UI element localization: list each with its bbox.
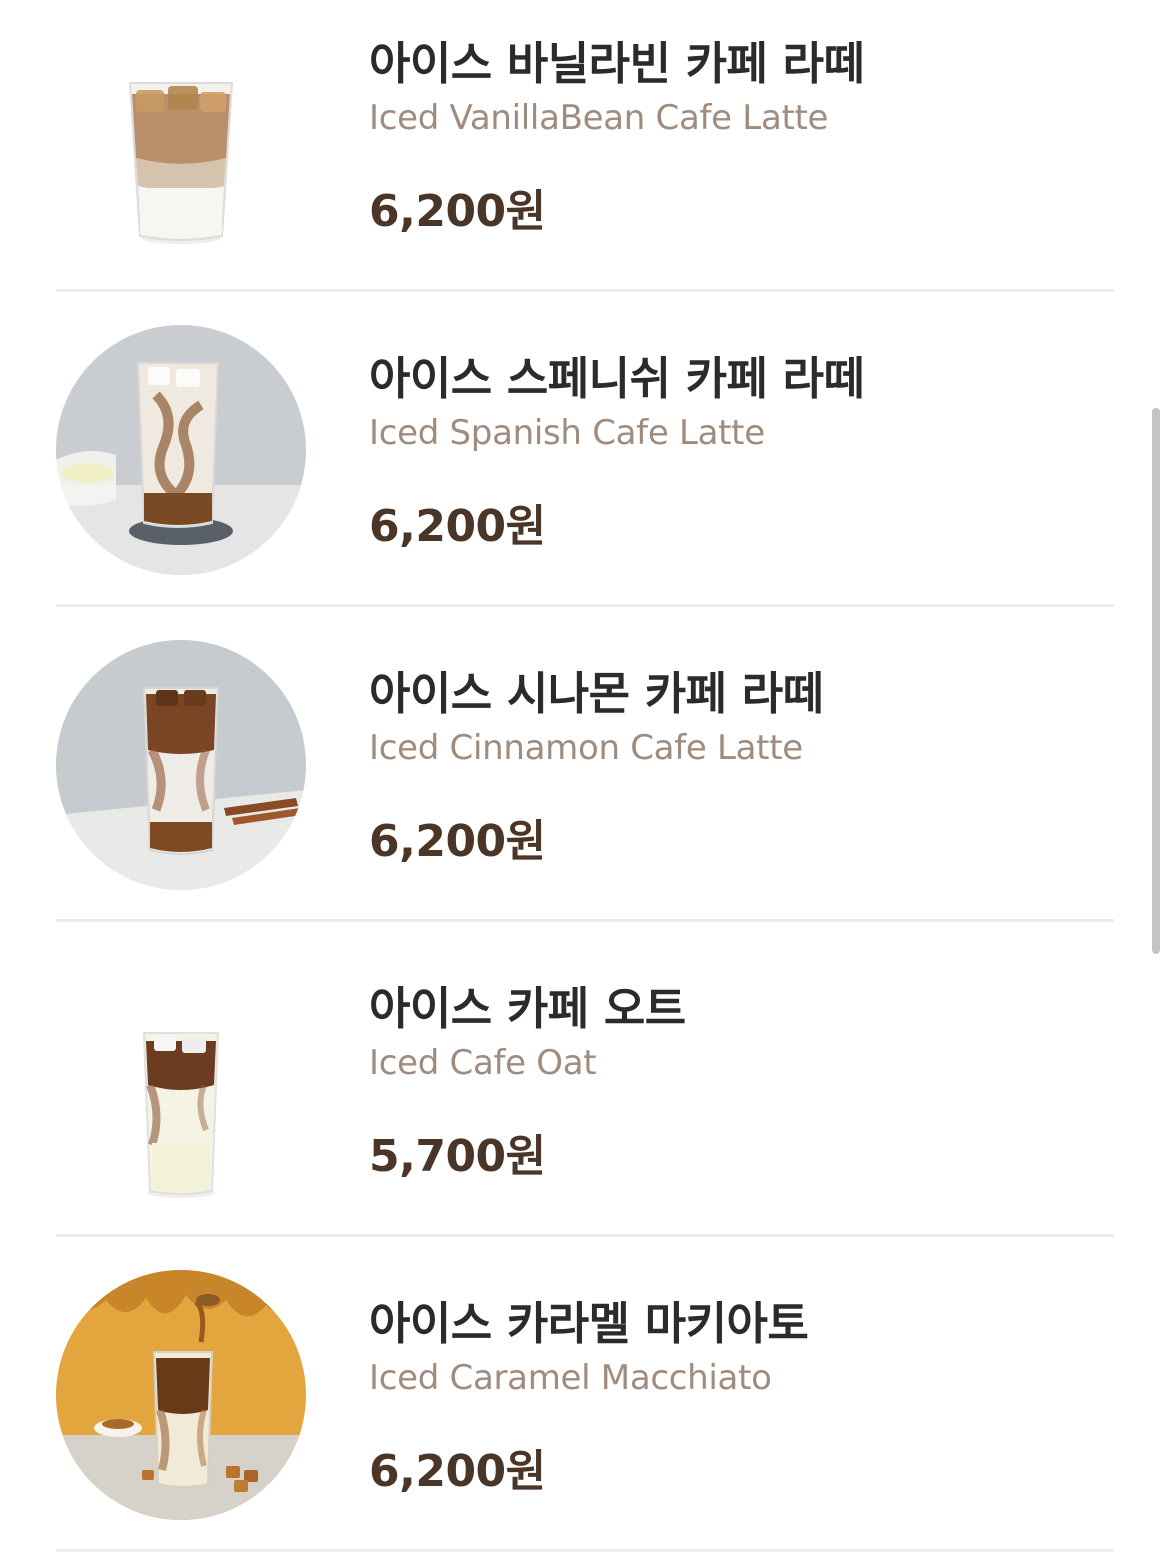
iced-cinnamon-latte-image <box>56 640 306 890</box>
divider <box>56 1549 1114 1552</box>
scrollbar[interactable] <box>1152 408 1160 954</box>
menu-item[interactable]: 아이스 시나몬 카페 라떼 Iced Cinnamon Cafe Latte 6… <box>56 607 1114 922</box>
item-name-ko: 아이스 카페 오트 <box>369 982 686 1035</box>
item-price: 6,200원 <box>369 1446 546 1497</box>
menu-item[interactable]: 아이스 바닐라빈 카페 라떼 Iced VanillaBean Cafe Lat… <box>56 0 1114 292</box>
item-name-ko: 아이스 바닐라빈 카페 라떼 <box>369 37 865 90</box>
iced-cafe-oat-image <box>56 955 306 1205</box>
iced-spanish-latte-image <box>56 325 306 575</box>
item-name-en: Iced Spanish Cafe Latte <box>369 413 765 453</box>
item-name-ko: 아이스 카라멜 마키아토 <box>369 1297 809 1350</box>
menu-item[interactable]: 아이스 카페 오트 Iced Cafe Oat 5,700원 <box>56 922 1114 1237</box>
item-name-en: Iced VanillaBean Cafe Latte <box>369 98 829 138</box>
menu-list: 아이스 바닐라빈 카페 라떼 Iced VanillaBean Cafe Lat… <box>0 0 1170 1557</box>
item-name-en: Iced Caramel Macchiato <box>369 1358 772 1398</box>
menu-item[interactable]: 아이스 스페니쉬 카페 라떼 Iced Spanish Cafe Latte 6… <box>56 292 1114 607</box>
iced-caramel-macchiato-image <box>56 1270 306 1520</box>
menu-item[interactable]: 아이스 카라멜 마키아토 Iced Caramel Macchiato 6,20… <box>56 1237 1114 1552</box>
item-price: 5,700원 <box>369 1131 546 1182</box>
item-name-en: Iced Cafe Oat <box>369 1043 597 1083</box>
item-name-ko: 아이스 스페니쉬 카페 라떼 <box>369 352 865 405</box>
item-price: 6,200원 <box>369 186 546 237</box>
item-name-ko: 아이스 시나몬 카페 라떼 <box>369 667 824 720</box>
item-name-en: Iced Cinnamon Cafe Latte <box>369 728 803 768</box>
item-price: 6,200원 <box>369 501 546 552</box>
iced-vanillabean-latte-image <box>56 10 306 260</box>
item-price: 6,200원 <box>369 816 546 867</box>
